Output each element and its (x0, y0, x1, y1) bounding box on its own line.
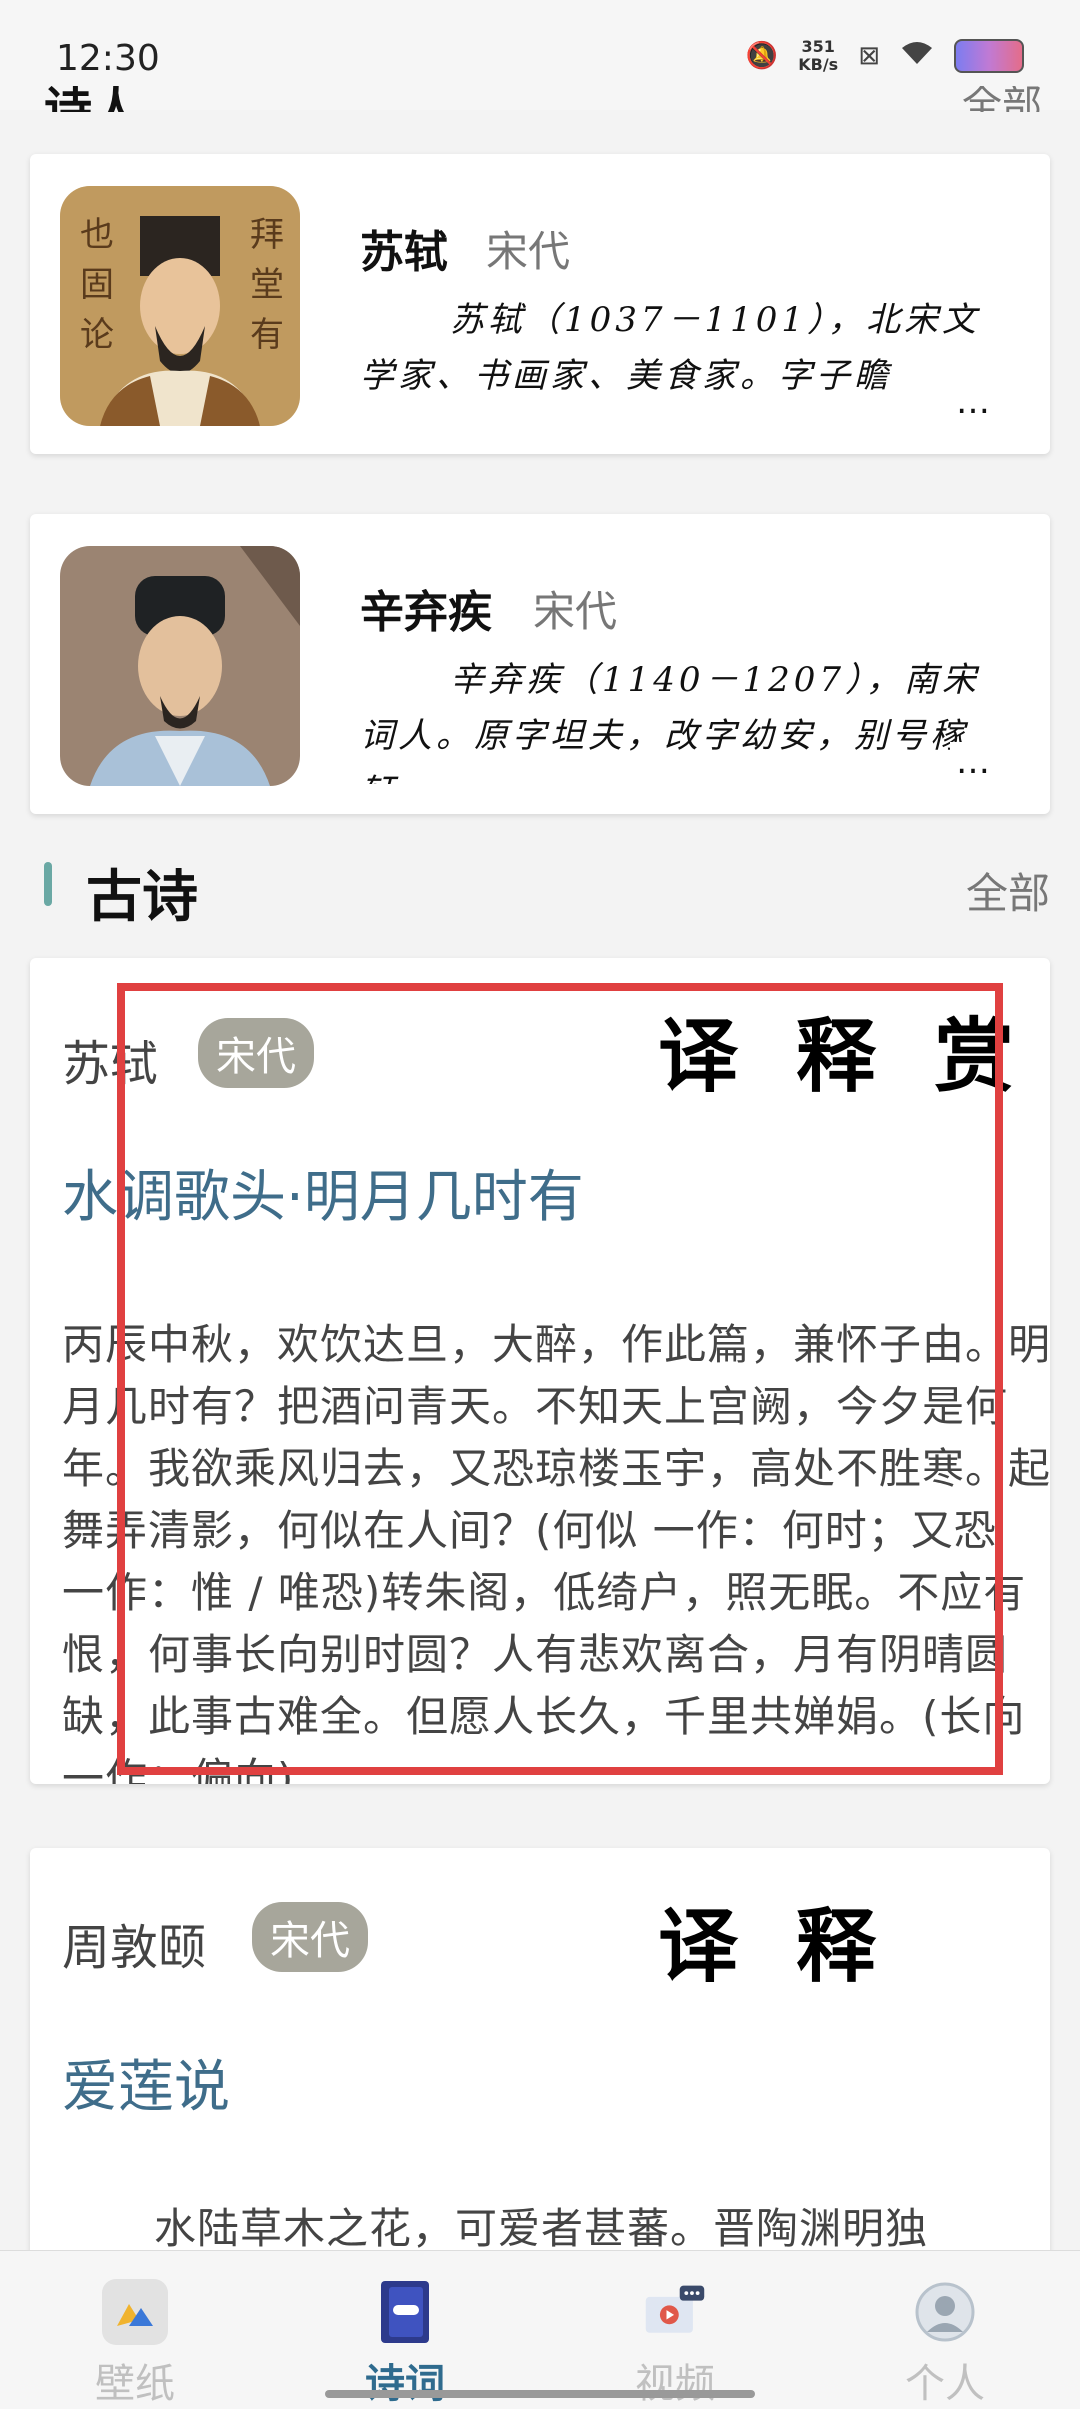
network-speed-value: 351 (801, 37, 835, 56)
poems-all-link[interactable]: 全部 (966, 860, 1050, 921)
battery-icon (954, 39, 1024, 73)
poet-card-sushi[interactable]: 也 固 论 拜 堂 有 苏轼 宋代 苏轼（1037－1101），北宋文学家、书画… (30, 154, 1050, 454)
poet-dynasty: 宋代 (533, 587, 618, 636)
poets-section-title: 诗人 (44, 86, 140, 112)
poets-section-header: 诗人 全部 (30, 86, 1050, 112)
nav-label: 个人 (905, 2361, 985, 2407)
sim-off-icon: ⊠ (858, 41, 880, 71)
poet-name: 辛弃疾 (360, 587, 492, 638)
poem-card[interactable]: 周敦颐 宋代 译 释 爱莲说 水陆草木之花，可爱者甚蕃。晋陶渊明独 (30, 1848, 1050, 2268)
highlight-box (117, 983, 1003, 1775)
svg-text:论: 论 (80, 315, 114, 355)
network-speed-unit: KB/s (798, 55, 839, 74)
status-icons: 🔕 351 KB/s ⊠ (746, 38, 1024, 74)
svg-text:固: 固 (80, 265, 114, 305)
wallpaper-icon (102, 2279, 168, 2345)
network-speed: 351 KB/s (798, 38, 838, 74)
dynasty-badge: 宋代 (252, 1902, 368, 1972)
bio-more-ellipsis: … (950, 742, 990, 782)
poet-portrait (60, 546, 300, 786)
poet-bio: 辛弃疾（1140－1207），南宋词人。原字坦夫，改字幼安，别号稼轩 (360, 660, 981, 784)
bottom-nav: 壁纸 诗词 视频 个人 (0, 2250, 1080, 2409)
poet-dynasty: 宋代 (486, 227, 571, 276)
status-time: 12:30 (56, 38, 160, 79)
svg-text:堂: 堂 (250, 265, 284, 305)
poem-title[interactable]: 爱莲说 (62, 2042, 230, 2123)
book-icon (372, 2279, 438, 2345)
mute-bell-icon: 🔕 (745, 41, 779, 71)
poets-all-link[interactable]: 全部 (962, 86, 1042, 112)
poet-card-xinqiji[interactable]: 辛弃疾 宋代 辛弃疾（1140－1207），南宋词人。原字坦夫，改字幼安，别号稼… (30, 514, 1050, 814)
wifi-icon (900, 40, 934, 73)
svg-text:拜: 拜 (250, 215, 284, 255)
svg-text:有: 有 (250, 315, 284, 355)
nav-item-wallpaper[interactable]: 壁纸 (0, 2279, 270, 2409)
person-icon (912, 2279, 978, 2345)
poem-author: 周敦颐 (62, 1920, 207, 1976)
nav-label: 壁纸 (95, 2361, 175, 2407)
nav-item-profile[interactable]: 个人 (810, 2279, 1080, 2409)
home-indicator (325, 2390, 755, 2398)
nav-label: 诗词 (365, 2361, 445, 2407)
bio-more-ellipsis: … (950, 382, 990, 422)
poet-name: 苏轼 (360, 227, 448, 278)
tag-annotate[interactable]: 释 (796, 1882, 876, 1998)
svg-text:也: 也 (80, 215, 114, 255)
poems-section-title: 古诗 (86, 865, 198, 930)
section-accent-bar (44, 862, 52, 906)
poet-bio: 苏轼（1037－1101），北宋文学家、书画家、美食家。字子瞻 (360, 300, 981, 396)
poet-portrait: 也 固 论 拜 堂 有 (60, 186, 300, 426)
tag-translate[interactable]: 译 (658, 1882, 738, 1998)
nav-label: 视频 (635, 2361, 715, 2407)
video-icon (642, 2279, 708, 2345)
